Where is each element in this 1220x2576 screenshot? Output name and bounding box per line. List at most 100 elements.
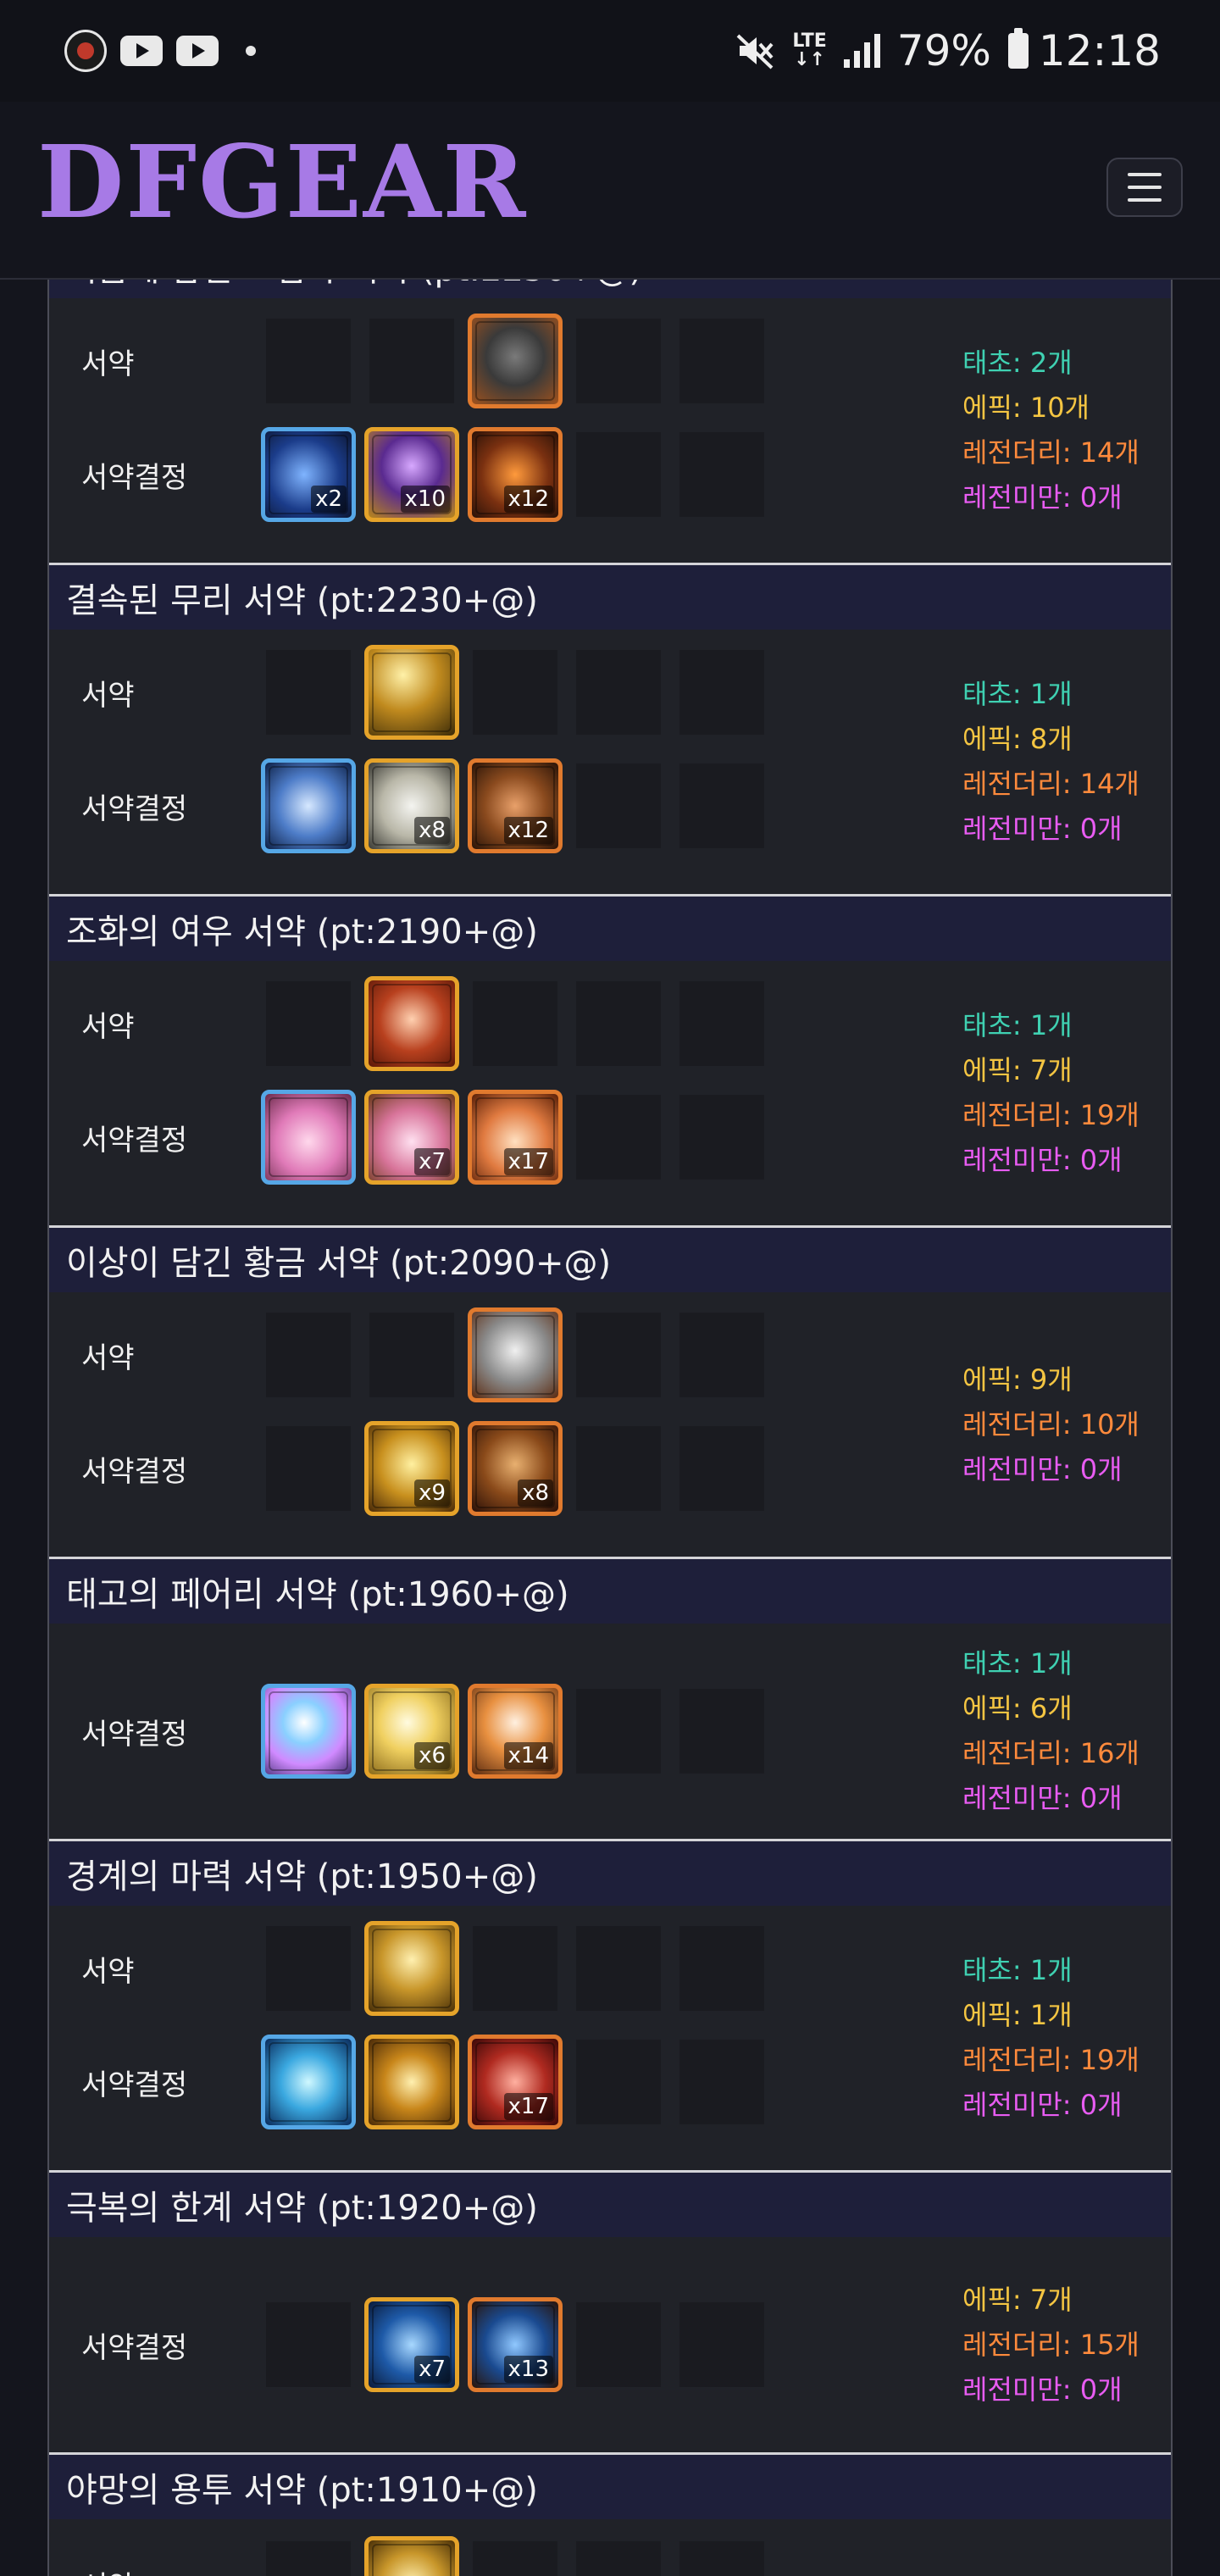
cyan-sparkle-icon[interactable] [261, 2035, 356, 2129]
item-slot[interactable]: x12 [468, 758, 563, 853]
pink-lotus-icon[interactable] [261, 1090, 356, 1185]
empty-slot [261, 2536, 356, 2576]
golden-wolf-icon[interactable] [364, 645, 459, 740]
rainbow-egg-icon[interactable] [261, 1684, 356, 1779]
item-slot[interactable]: x2 [261, 427, 356, 522]
dark-box-icon[interactable] [468, 314, 563, 408]
pact-body: 서약 서약결정 x17 태초: 1개 에픽: 1개 레전더리: 19개 레전미만: 0개 [49, 1906, 1171, 2170]
item-slot[interactable]: x12 [468, 427, 563, 522]
grade-summary: 태초: 2개 에픽: 10개 레전더리: 14개 레전미만: 0개 [962, 341, 1140, 520]
item-slot[interactable] [468, 1307, 563, 1402]
item-slot[interactable] [261, 2035, 356, 2129]
purple-gold-crystal-icon[interactable]: x10 [364, 427, 459, 522]
grade-count: 태초: 1개 [962, 1647, 1073, 1679]
pact-body: 서약서약결정 x2 x10 x12 태초: 2개 에픽: 10개 레전더리: 14개 레전미만… [49, 298, 1171, 563]
orange-swirl-crystal-icon[interactable]: x12 [468, 427, 563, 522]
row-label: 서약결정 [81, 1123, 188, 1158]
empty-slot [674, 645, 769, 740]
item-slot[interactable] [364, 645, 459, 740]
pact-body: 서약결정 x6 x14 태초: 1개 에픽: 6개 레전더리: 16개 레전미만: 0개 [49, 1624, 1171, 1839]
item-slot[interactable] [364, 2035, 459, 2129]
grade-count: 레전더리: 19개 [962, 2044, 1140, 2076]
item-quantity: x9 [414, 1480, 450, 1507]
golden-flame-icon[interactable]: x9 [364, 1421, 459, 1516]
slot-group: x7 x13 [261, 2297, 769, 2392]
grade-count: 태초: 1개 [962, 1009, 1073, 1041]
orange-lotus-icon[interactable]: x17 [468, 1090, 563, 1185]
item-slot[interactable]: x17 [468, 1090, 563, 1185]
pact-body: 서약 서약결정 x7 x17 태초: 1개 에픽: 7개 레전더리: 19개 레전미만: 0개 [49, 961, 1171, 1225]
item-quantity: x13 [503, 2356, 553, 2383]
grade-count: 레전더리: 16개 [962, 1737, 1140, 1769]
silver-moon-orb-icon[interactable]: x8 [364, 758, 459, 853]
fox-mask-icon[interactable] [364, 976, 459, 1071]
item-slot[interactable]: x7 [364, 2297, 459, 2392]
item-slot[interactable] [261, 1684, 356, 1779]
row-label: 서약 [81, 678, 135, 713]
amber-gem-icon[interactable]: x14 [468, 1684, 563, 1779]
item-slot[interactable]: x6 [364, 1684, 459, 1779]
bronze-flame-icon[interactable]: x8 [468, 1421, 563, 1516]
pact-title[interactable]: 어둠에 잠긴 그림자 서약 (pt:2250+@) [49, 280, 1171, 298]
red-sparkle-icon[interactable]: x17 [468, 2035, 563, 2129]
item-slot[interactable] [261, 758, 356, 853]
youtube-notification-icon [120, 36, 163, 66]
blue-moon-orb-icon[interactable] [261, 758, 356, 853]
blue-orb-copper-icon[interactable]: x13 [468, 2297, 563, 2392]
grade-summary: 태초: 1개 에픽: 8개 레전더리: 14개 레전미만: 0개 [962, 672, 1140, 852]
item-slot[interactable]: x9 [364, 1421, 459, 1516]
pact-row: 서약 [49, 645, 769, 740]
item-slot[interactable] [364, 1921, 459, 2016]
pact-body: 서약결정 x7 x13 에픽: 7개 레전더리: 15개 레전미만: 0개 [49, 2237, 1171, 2452]
pact-row: 서약 [49, 314, 769, 408]
pact-title[interactable]: 이상이 담긴 황금 서약 (pt:2090+@) [49, 1228, 1171, 1292]
golden-egg-icon[interactable]: x6 [364, 1684, 459, 1779]
item-slot[interactable]: x14 [468, 1684, 563, 1779]
item-slot[interactable]: x8 [364, 758, 459, 853]
empty-slot [674, 1421, 769, 1516]
gold-item-icon[interactable] [364, 2536, 459, 2576]
empty-slot [571, 1421, 666, 1516]
item-quantity: x17 [503, 2093, 553, 2120]
pact-title[interactable]: 경계의 마력 서약 (pt:1950+@) [49, 1841, 1171, 1906]
pact-title[interactable]: 야망의 용투 서약 (pt:1910+@) [49, 2455, 1171, 2519]
item-slot[interactable] [364, 2536, 459, 2576]
golden-gate-icon[interactable] [364, 1921, 459, 2016]
copper-moon-orb-icon[interactable]: x12 [468, 758, 563, 853]
item-slot[interactable] [364, 976, 459, 1071]
pact-section: 태고의 페어리 서약 (pt:1960+@) 서약결정 x6 x14 태초: 1개 에픽:… [49, 1559, 1171, 1841]
grade-count: 에픽: 8개 [962, 723, 1073, 755]
item-slot[interactable]: x7 [364, 1090, 459, 1185]
pact-section: 조화의 여우 서약 (pt:2190+@) 서약 서약결정 x7 x17 태초: 1개 에픽… [49, 897, 1171, 1228]
item-slot[interactable]: x13 [468, 2297, 563, 2392]
empty-slot [674, 1921, 769, 2016]
gold-lotus-icon[interactable]: x7 [364, 1090, 459, 1185]
lte-icon: LTE ↓↑ [792, 31, 827, 70]
empty-slot [674, 1307, 769, 1402]
pact-title[interactable]: 태고의 페어리 서약 (pt:1960+@) [49, 1559, 1171, 1624]
pact-section: 결속된 무리 서약 (pt:2230+@) 서약 서약결정 x8 x12 태초: 1개 에픽… [49, 565, 1171, 897]
item-slot[interactable] [468, 314, 563, 408]
pact-title[interactable]: 극복의 한계 서약 (pt:1920+@) [49, 2173, 1171, 2237]
empty-slot [571, 2297, 666, 2392]
gold-sparkle-icon[interactable] [364, 2035, 459, 2129]
silver-fountain-icon[interactable] [468, 1307, 563, 1402]
crystal-row: 서약결정 x2 x10 x12 [49, 427, 769, 522]
battery-icon [1007, 28, 1029, 69]
pact-title[interactable]: 조화의 여우 서약 (pt:2190+@) [49, 897, 1171, 961]
hamburger-menu-icon[interactable] [1106, 158, 1183, 217]
site-logo[interactable]: DFGEAR [37, 132, 527, 232]
item-slot[interactable]: x10 [364, 427, 459, 522]
blue-moon-crystal-icon[interactable]: x2 [261, 427, 356, 522]
pact-title[interactable]: 결속된 무리 서약 (pt:2230+@) [49, 565, 1171, 630]
empty-slot [571, 1307, 666, 1402]
item-slot[interactable]: x8 [468, 1421, 563, 1516]
grade-count: 레전미만: 0개 [962, 1144, 1123, 1176]
pact-row: 서약 [49, 1307, 769, 1402]
crystal-row: 서약결정 x7 x17 [49, 1090, 769, 1185]
site-header: DFGEAR [0, 102, 1220, 280]
item-slot[interactable] [261, 1090, 356, 1185]
empty-slot [674, 1090, 769, 1185]
item-slot[interactable]: x17 [468, 2035, 563, 2129]
blue-orb-gold-icon[interactable]: x7 [364, 2297, 459, 2392]
